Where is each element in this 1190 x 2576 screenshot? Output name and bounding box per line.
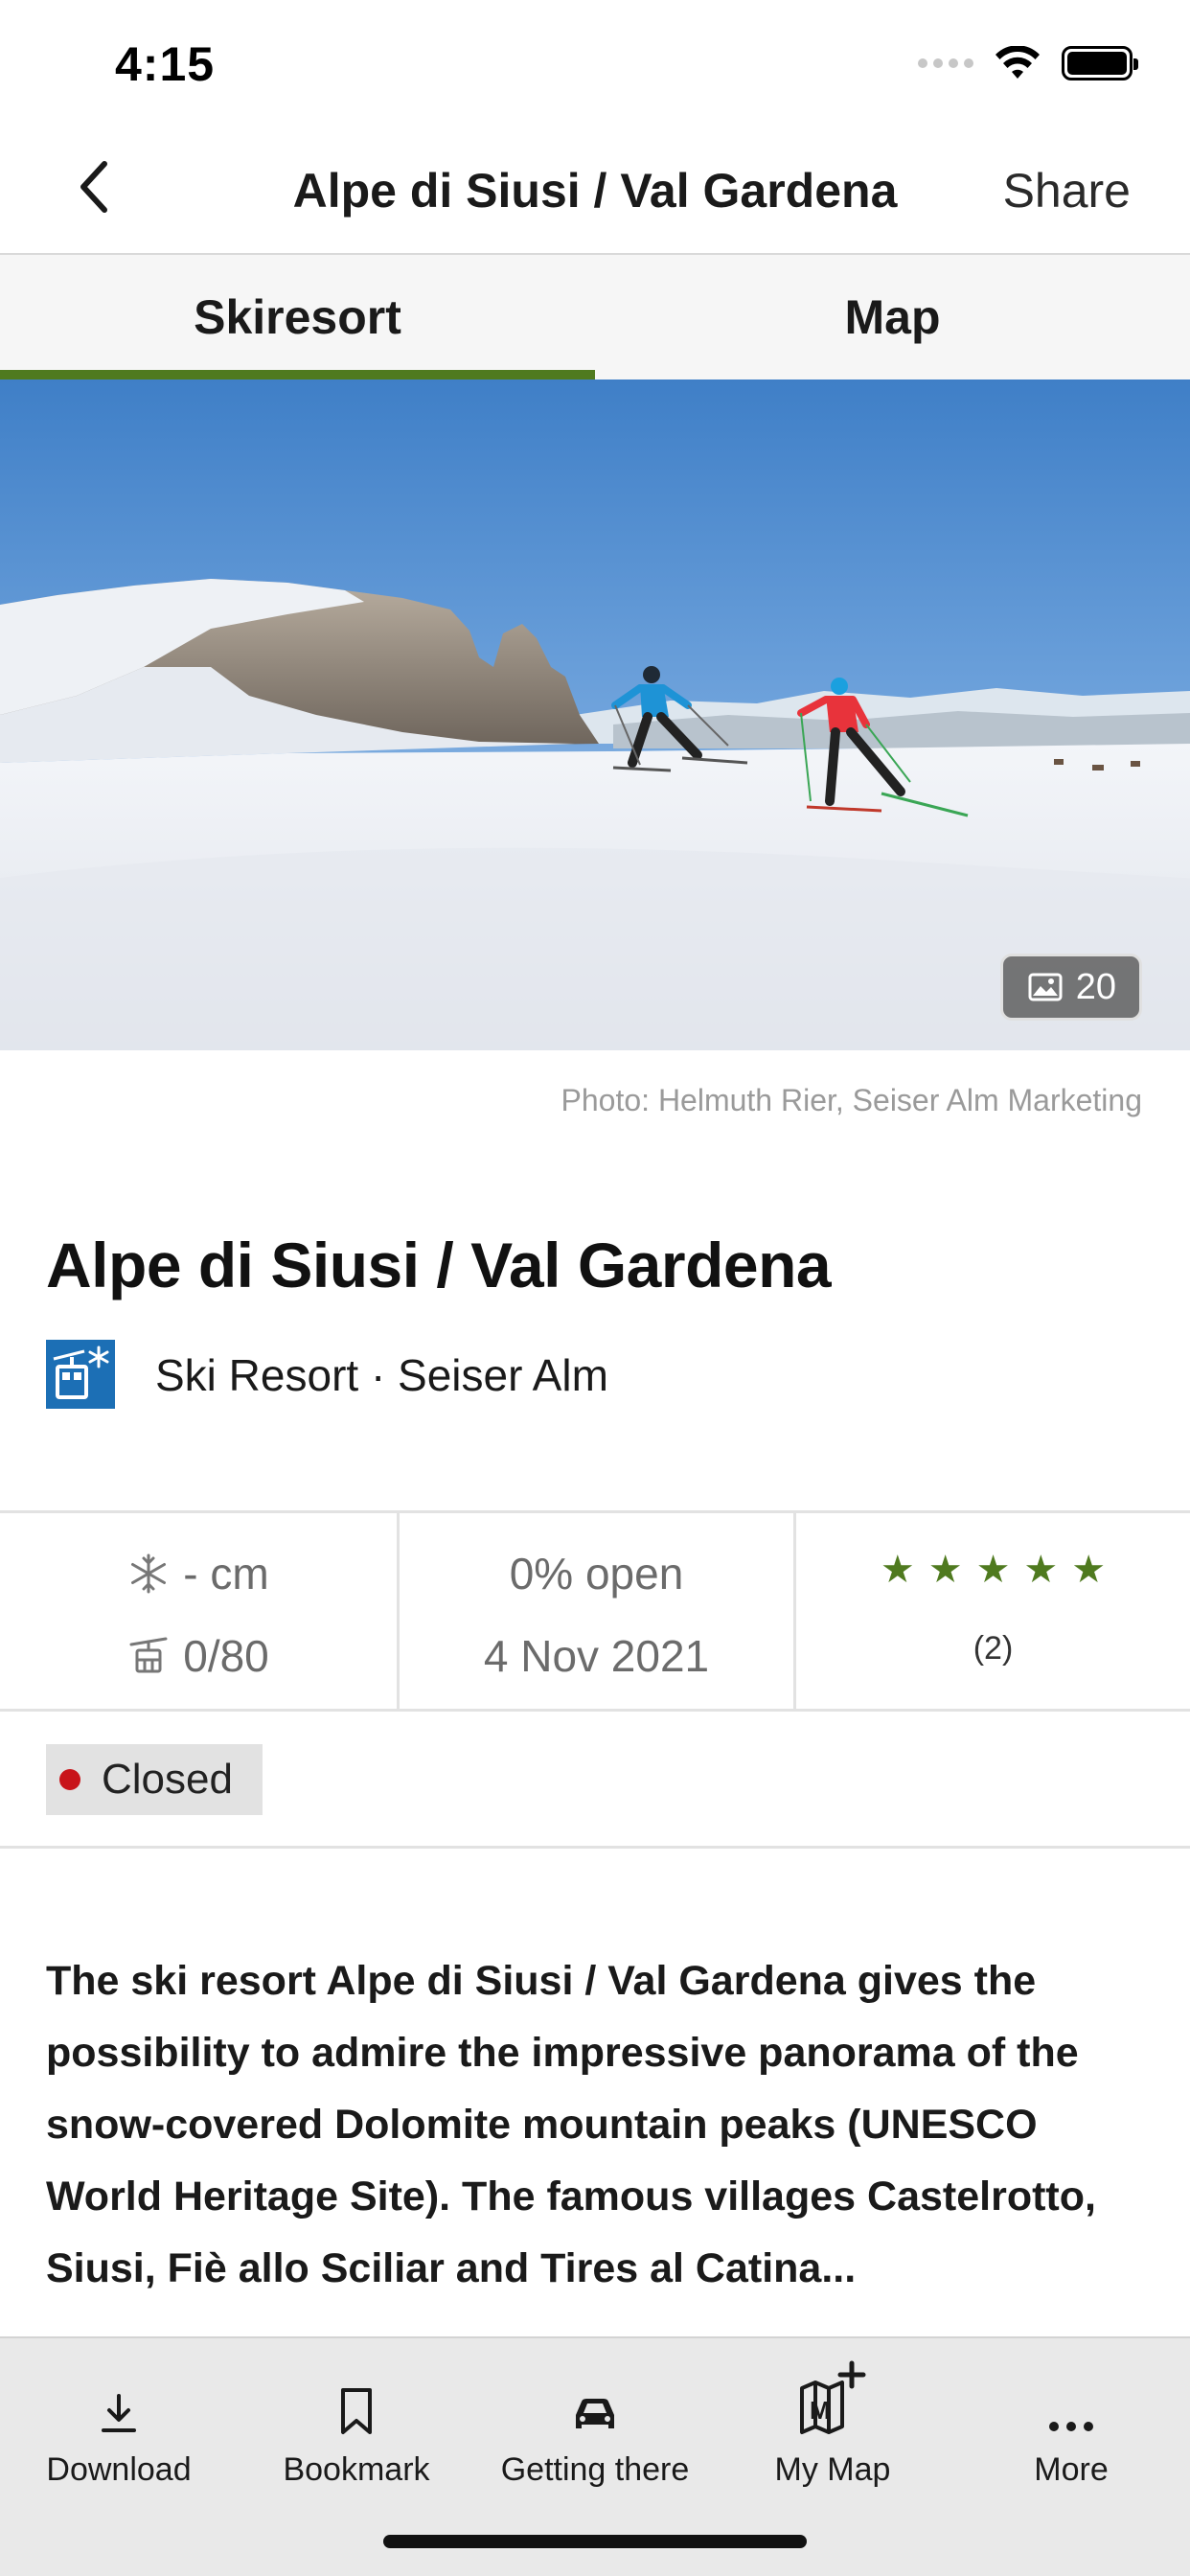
- photo-gallery-button[interactable]: 20: [999, 954, 1142, 1021]
- bookmark-icon: [341, 2388, 372, 2434]
- photo-count: 20: [1075, 966, 1116, 1007]
- map-add-icon: M: [800, 2360, 866, 2434]
- battery-icon: [1062, 46, 1138, 80]
- status-badge: Closed: [46, 1744, 263, 1815]
- hero-photo[interactable]: [0, 380, 1190, 1050]
- bookmark-button[interactable]: Bookmark: [238, 2338, 475, 2511]
- resort-stats: - cm 0/80 0% open 4 Nov 2021 ★ ★ ★ ★ ★ (…: [0, 1510, 1190, 1712]
- star-icon: ★: [1071, 1549, 1107, 1591]
- resort-description[interactable]: The ski resort Alpe di Siusi / Val Garde…: [46, 1945, 1148, 2305]
- download-button[interactable]: Download: [0, 2338, 238, 2511]
- status-icons: [918, 44, 1138, 82]
- snow-depth: - cm: [183, 1549, 269, 1598]
- my-map-label: My Map: [774, 2451, 891, 2488]
- star-rating: ★ ★ ★ ★ ★: [881, 1548, 1106, 1592]
- image-icon: [1028, 973, 1063, 1001]
- chevron-left-icon: [80, 161, 107, 213]
- wifi-icon: [995, 46, 1040, 79]
- snowflake-icon: [131, 1553, 167, 1594]
- season-date: 4 Nov 2021: [483, 1631, 710, 1681]
- snow-lifts-cell: - cm 0/80: [0, 1513, 397, 1709]
- download-label: Download: [46, 2451, 192, 2488]
- my-map-button[interactable]: M My Map: [714, 2338, 951, 2511]
- resort-subtitle: Ski Resort · Seiser Alm: [155, 1350, 608, 1400]
- percent-open: 0% open: [509, 1549, 684, 1598]
- section-divider: [0, 1846, 1190, 1849]
- resort-title: Alpe di Siusi / Val Gardena: [46, 1230, 832, 1300]
- star-icon: ★: [975, 1549, 1011, 1591]
- lifts-open: 0/80: [183, 1631, 269, 1681]
- review-count: (2): [973, 1630, 1014, 1667]
- rating-cell[interactable]: ★ ★ ★ ★ ★ (2): [793, 1513, 1190, 1709]
- tab-bar: Skiresort Map: [0, 255, 1190, 380]
- star-icon: ★: [880, 1549, 915, 1591]
- tab-map[interactable]: Map: [595, 255, 1190, 380]
- photo-credit: Photo: Helmuth Rier, Seiser Alm Marketin…: [561, 1083, 1142, 1117]
- status-dot-icon: [59, 1769, 80, 1790]
- more-button[interactable]: More: [952, 2338, 1190, 2511]
- download-icon: [102, 2394, 136, 2432]
- status-label: Closed: [102, 1756, 233, 1803]
- car-icon: [576, 2399, 614, 2428]
- svg-text:M: M: [810, 2396, 831, 2425]
- more-label: More: [1034, 2451, 1109, 2488]
- getting-there-label: Getting there: [500, 2451, 690, 2488]
- chairlift-icon: [129, 1637, 168, 1673]
- status-time: 4:15: [115, 37, 216, 91]
- share-button[interactable]: Share: [1003, 163, 1131, 218]
- star-icon: ★: [1023, 1549, 1059, 1591]
- cellular-signal-icon: [918, 58, 973, 68]
- home-indicator[interactable]: [383, 2535, 807, 2548]
- hero-photo-illustration: [0, 380, 1190, 1050]
- star-icon: ★: [927, 1549, 963, 1591]
- tab-skiresort[interactable]: Skiresort: [0, 255, 595, 380]
- open-date-cell: 0% open 4 Nov 2021: [397, 1513, 793, 1709]
- getting-there-button[interactable]: Getting there: [476, 2338, 714, 2511]
- cable-car-snowflake-icon: [46, 1340, 115, 1409]
- more-icon: [1049, 2422, 1093, 2431]
- bookmark-label: Bookmark: [283, 2451, 430, 2488]
- back-button[interactable]: [59, 153, 126, 220]
